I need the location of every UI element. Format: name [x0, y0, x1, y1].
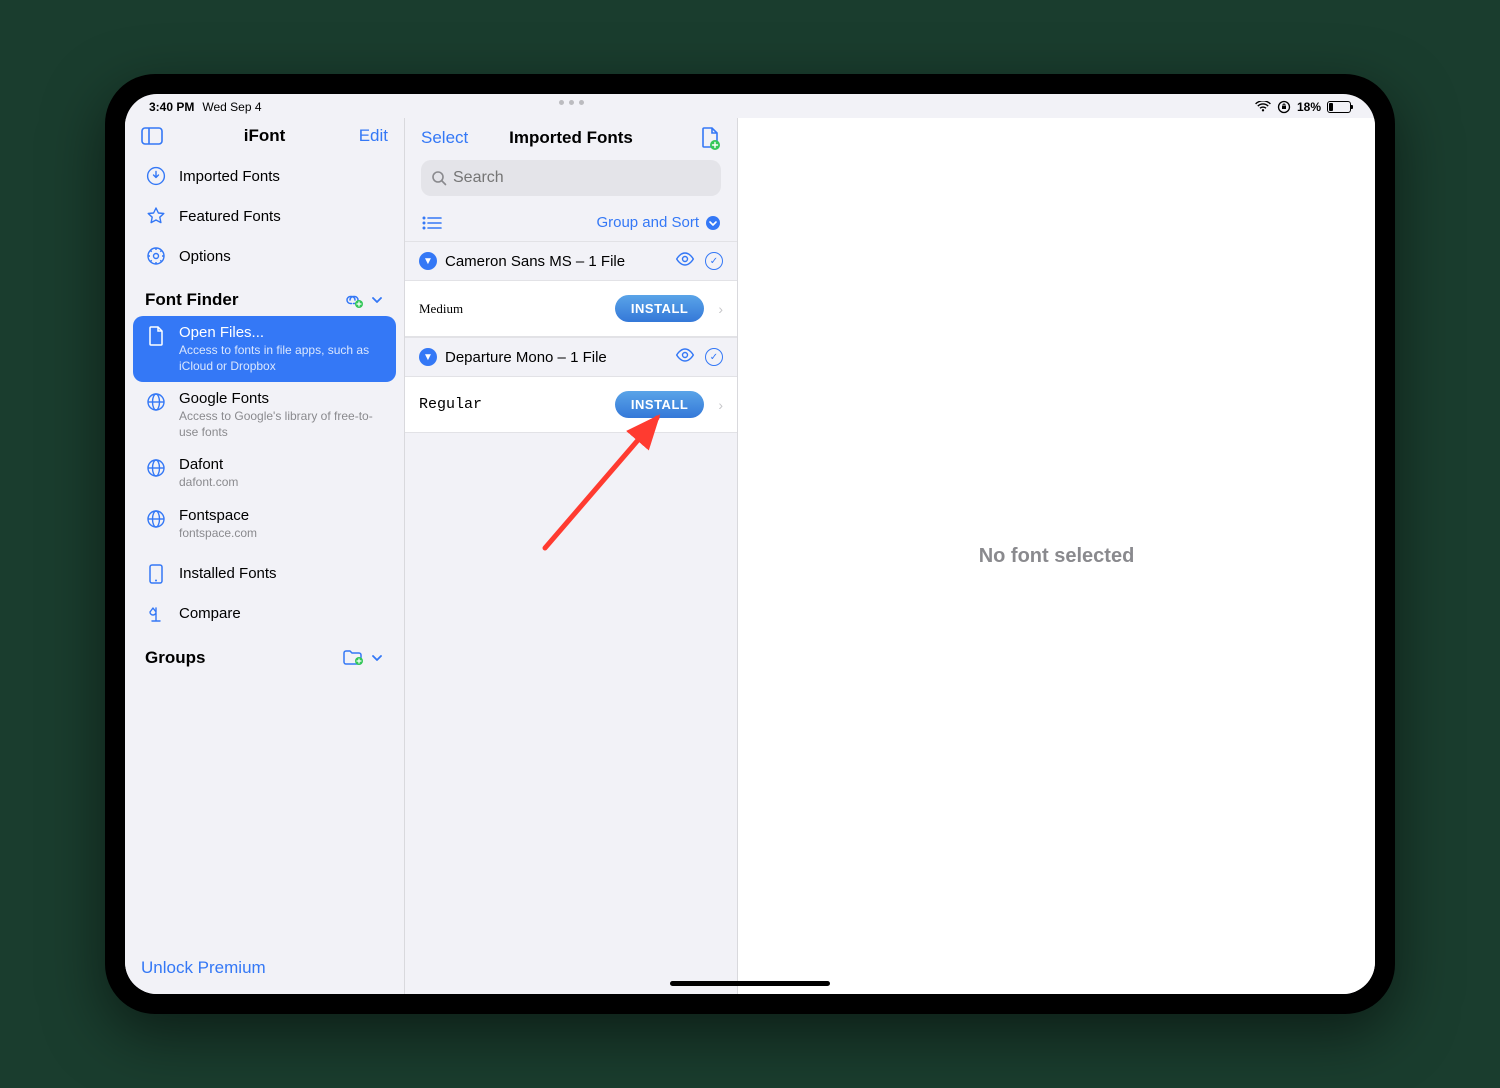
- status-bar: 3:40 PM Wed Sep 4 18%: [125, 94, 1375, 118]
- eye-icon[interactable]: [675, 252, 695, 270]
- sidebar-item-label: Installed Fonts: [179, 565, 277, 582]
- collapse-caret-icon[interactable]: ▼: [419, 348, 437, 366]
- chevron-down-icon[interactable]: [370, 651, 384, 665]
- orientation-lock-icon: [1277, 100, 1291, 114]
- mid-toolbar: Group and Sort: [405, 206, 737, 241]
- wifi-icon: [1255, 101, 1271, 113]
- sidebar-item-dafont[interactable]: Dafont dafont.com: [133, 448, 396, 499]
- search-field[interactable]: [421, 160, 721, 196]
- section-header-groups: Groups: [133, 634, 396, 674]
- font-group-name: Cameron Sans MS – 1 File: [445, 253, 625, 270]
- sidebar-item-label: Featured Fonts: [179, 208, 281, 225]
- font-variant-label: Regular: [419, 396, 605, 413]
- globe-icon: [145, 457, 167, 479]
- chevron-down-circle-icon: [705, 215, 721, 231]
- sidebar-item-desc: fontspace.com: [179, 526, 257, 542]
- font-group-name: Departure Mono – 1 File: [445, 349, 607, 366]
- group-sort-button[interactable]: Group and Sort: [596, 214, 721, 231]
- sidebar-item-open-files[interactable]: Open Files... Access to fonts in file ap…: [133, 316, 396, 382]
- font-variant-row[interactable]: Medium INSTALL ›: [405, 281, 737, 337]
- chevron-right-icon: ›: [718, 397, 723, 413]
- ipad-screen: 3:40 PM Wed Sep 4 18% iFont Edit: [125, 94, 1375, 994]
- mid-column: Select Imported Fonts Group and Sor: [405, 118, 738, 994]
- gear-icon: [145, 245, 167, 267]
- sidebar-item-google-fonts[interactable]: Google Fonts Access to Google's library …: [133, 382, 396, 448]
- mid-header: Select Imported Fonts: [405, 118, 737, 156]
- eye-icon[interactable]: [675, 348, 695, 366]
- globe-icon: [145, 391, 167, 413]
- link-add-icon[interactable]: [344, 292, 364, 308]
- sidebar-item-fontspace[interactable]: Fontspace fontspace.com: [133, 499, 396, 550]
- star-icon: [145, 205, 167, 227]
- chevron-right-icon: ›: [718, 301, 723, 317]
- document-icon: [145, 325, 167, 347]
- status-time: 3:40 PM: [149, 100, 194, 114]
- font-variant-row[interactable]: Regular INSTALL ›: [405, 377, 737, 433]
- scale-icon: [145, 603, 167, 625]
- sidebar: iFont Edit Imported Fonts Featured Fonts: [125, 118, 405, 994]
- sidebar-item-desc: Access to fonts in file apps, such as iC…: [179, 343, 384, 374]
- sidebar-item-featured-fonts[interactable]: Featured Fonts: [133, 196, 396, 236]
- font-variant-label: Medium: [419, 301, 605, 317]
- select-button[interactable]: Select: [421, 128, 468, 148]
- sidebar-item-label: Compare: [179, 605, 241, 622]
- device-icon: [145, 563, 167, 585]
- sidebar-item-options[interactable]: Options: [133, 236, 396, 276]
- sidebar-header: iFont Edit: [125, 118, 404, 156]
- globe-icon: [145, 508, 167, 530]
- ipad-frame: 3:40 PM Wed Sep 4 18% iFont Edit: [105, 74, 1395, 1014]
- download-circle-icon: [145, 165, 167, 187]
- collapse-caret-icon[interactable]: ▼: [419, 252, 437, 270]
- search-icon: [431, 170, 447, 186]
- empty-state-text: No font selected: [979, 545, 1135, 568]
- folder-add-icon[interactable]: [342, 649, 364, 667]
- install-button[interactable]: INSTALL: [615, 295, 704, 322]
- sidebar-item-label: Dafont: [179, 456, 238, 474]
- search-input[interactable]: [453, 169, 711, 187]
- section-header-font-finder: Font Finder: [133, 276, 396, 316]
- home-indicator[interactable]: [670, 981, 830, 986]
- chevron-down-icon[interactable]: [370, 293, 384, 307]
- sidebar-item-label: Open Files...: [179, 324, 384, 342]
- font-group-header[interactable]: ▼ Departure Mono – 1 File ✓: [405, 337, 737, 377]
- sidebar-item-imported-fonts[interactable]: Imported Fonts: [133, 156, 396, 196]
- edit-button[interactable]: Edit: [359, 126, 388, 146]
- sidebar-item-label: Options: [179, 248, 231, 265]
- sidebar-toggle-icon[interactable]: [141, 127, 163, 145]
- unlock-premium-button[interactable]: Unlock Premium: [125, 942, 404, 994]
- sidebar-item-compare[interactable]: Compare: [133, 594, 396, 634]
- sidebar-item-installed-fonts[interactable]: Installed Fonts: [133, 554, 396, 594]
- sidebar-item-label: Fontspace: [179, 507, 257, 525]
- import-document-icon[interactable]: [699, 126, 721, 150]
- list-bullet-icon[interactable]: [421, 215, 443, 231]
- checkmark-circle-icon[interactable]: ✓: [705, 252, 723, 270]
- font-group-header[interactable]: ▼ Cameron Sans MS – 1 File ✓: [405, 242, 737, 281]
- sidebar-item-desc: Access to Google's library of free-to-us…: [179, 409, 384, 440]
- sidebar-item-label: Google Fonts: [179, 390, 384, 408]
- checkmark-circle-icon[interactable]: ✓: [705, 348, 723, 366]
- sidebar-item-desc: dafont.com: [179, 475, 238, 491]
- status-date: Wed Sep 4: [202, 100, 261, 114]
- battery-icon: [1327, 101, 1351, 113]
- battery-percent: 18%: [1297, 100, 1321, 114]
- detail-pane: No font selected: [738, 118, 1375, 994]
- sidebar-item-label: Imported Fonts: [179, 168, 280, 185]
- install-button[interactable]: INSTALL: [615, 391, 704, 418]
